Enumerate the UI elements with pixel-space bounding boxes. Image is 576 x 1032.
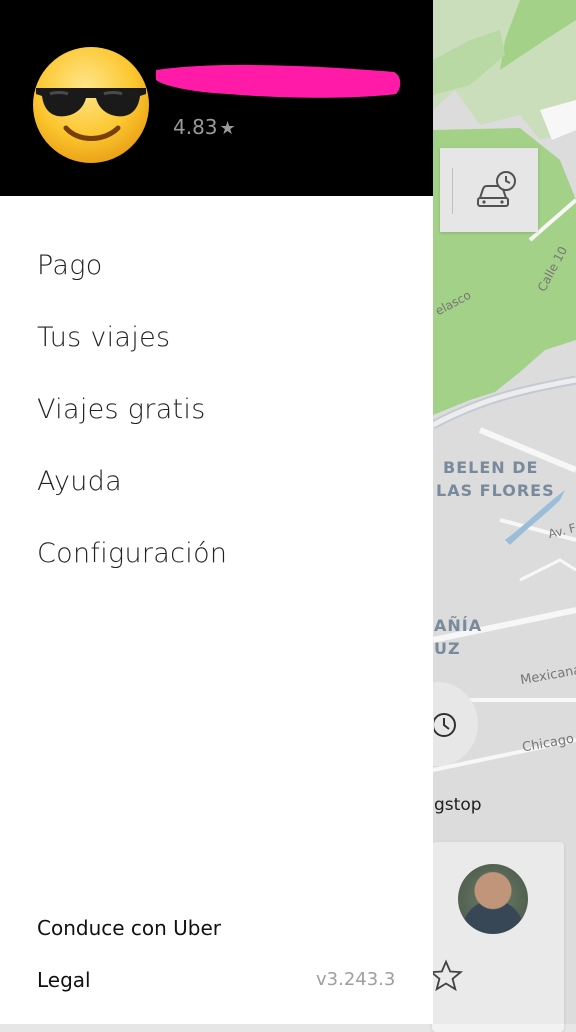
menu-item-help[interactable]: Ayuda [37,466,227,538]
drawer-menu: Pago Tus viajes Viajes gratis Ayuda Conf… [37,250,227,610]
sunglasses-emoji-icon[interactable] [30,44,152,170]
profile-header[interactable]: 4.83 ★ [0,0,433,196]
rating-star-icon: ★ [219,118,236,139]
drive-with-uber-link[interactable]: Conduce con Uber [37,916,221,940]
menu-item-settings[interactable]: Configuración [37,538,227,610]
rating-value: 4.83 [173,115,218,139]
user-rating: 4.83 ★ [173,115,236,139]
menu-item-your-trips[interactable]: Tus viajes [37,322,227,394]
app-version: v3.243.3 [316,969,396,990]
menu-item-free-rides[interactable]: Viajes gratis [37,394,227,466]
menu-item-payment[interactable]: Pago [37,250,227,322]
legal-link[interactable]: Legal [37,968,91,992]
redacted-user-name [150,56,406,108]
map-dim-overlay[interactable] [433,0,576,1024]
side-drawer: 4.83 ★ Pago Tus viajes Viajes gratis Ayud… [0,0,433,1024]
